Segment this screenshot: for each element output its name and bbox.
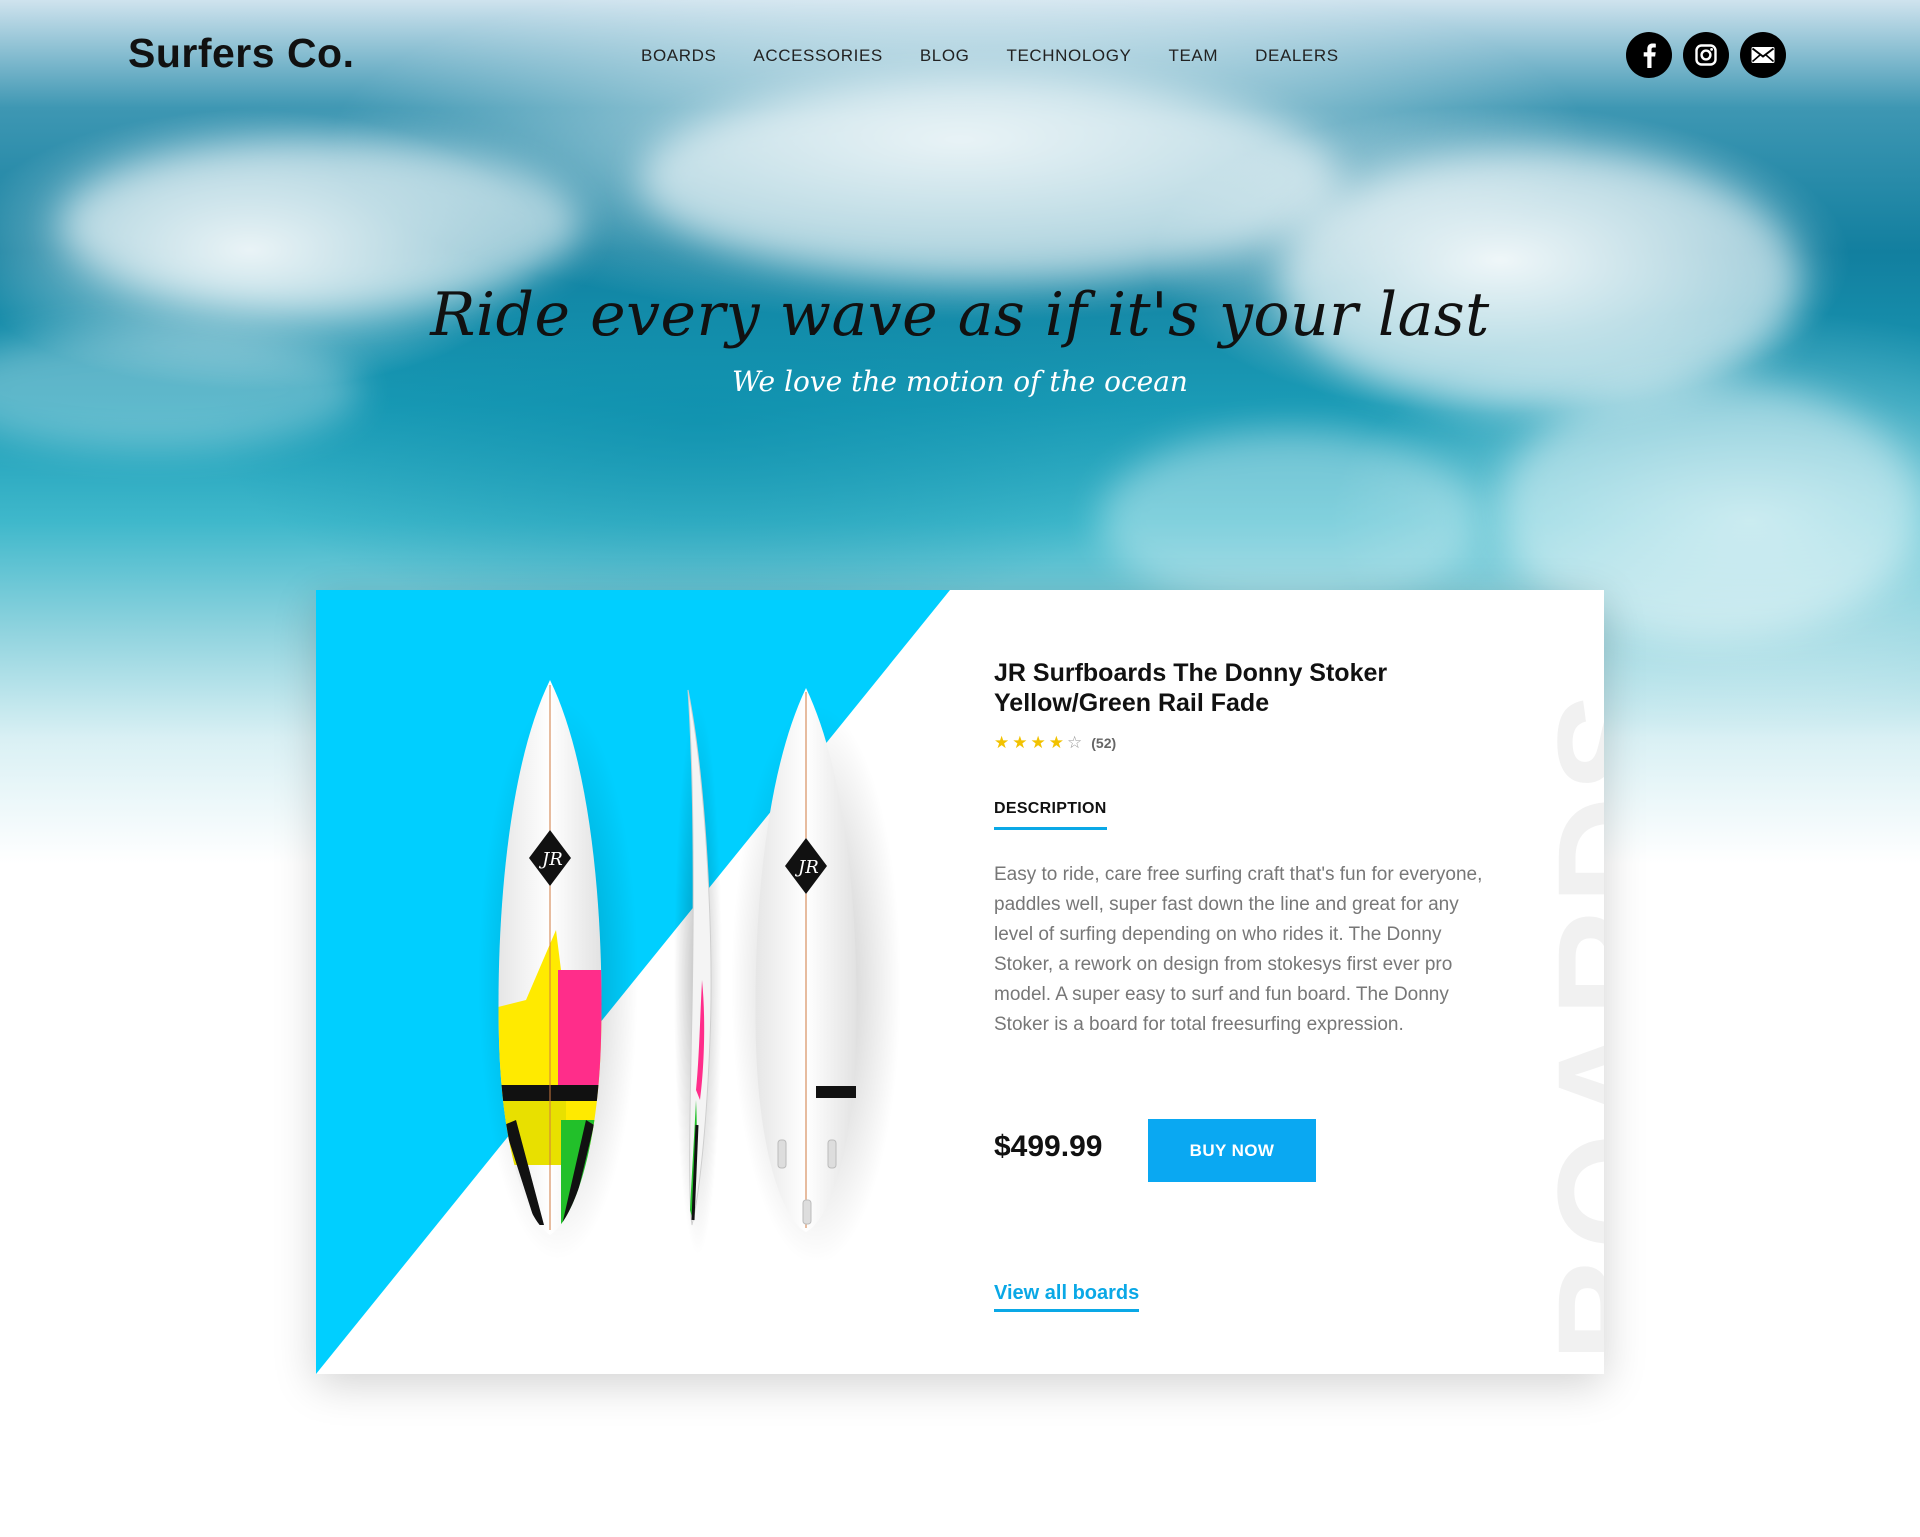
star-empty-icon: ☆ bbox=[1067, 733, 1083, 752]
brand-logo[interactable]: Surfers Co. bbox=[128, 30, 355, 77]
mail-icon[interactable] bbox=[1740, 32, 1786, 78]
nav-item-team[interactable]: TEAM bbox=[1169, 46, 1219, 66]
nav-item-blog[interactable]: BLOG bbox=[920, 46, 970, 66]
star-icon: ★ bbox=[1048, 733, 1064, 752]
nav-item-boards[interactable]: BOARDS bbox=[641, 46, 716, 66]
view-all-boards-link[interactable]: View all boards bbox=[994, 1282, 1140, 1312]
product-rating: ★ ★ ★ ★ ☆ (52) bbox=[994, 733, 1116, 753]
product-price: $499.99 bbox=[994, 1130, 1103, 1163]
svg-text:JR: JR bbox=[794, 857, 819, 878]
svg-text:JR: JR bbox=[538, 849, 563, 870]
nav-item-technology[interactable]: TECHNOLOGY bbox=[1006, 46, 1131, 66]
review-count[interactable]: (52) bbox=[1091, 735, 1116, 751]
tab-description[interactable]: DESCRIPTION bbox=[994, 800, 1107, 830]
product-title: JR Surfboards The Donny Stoker Yellow/Gr… bbox=[994, 659, 1388, 717]
product-description: Easy to ride, care free surfing craft th… bbox=[994, 864, 1483, 1035]
hero-headline: Ride every wave as if it's your last bbox=[430, 280, 1490, 350]
surfboard-image: JR JR bbox=[478, 680, 901, 1260]
social-links bbox=[1626, 32, 1786, 78]
star-icon: ★ bbox=[1030, 733, 1046, 752]
buy-now-button[interactable]: BUY NOW bbox=[1148, 1119, 1316, 1182]
facebook-icon[interactable] bbox=[1626, 32, 1672, 78]
product-card: BOARDS JR JR JR Surfboards The Donny Sto… bbox=[316, 590, 1604, 1374]
main-nav: BOARDS ACCESSORIES BLOG TECHNOLOGY TEAM … bbox=[641, 46, 1339, 66]
hero-subline: We love the motion of the ocean bbox=[732, 365, 1188, 398]
star-icon: ★ bbox=[1012, 733, 1028, 752]
star-icon: ★ bbox=[994, 733, 1010, 752]
boards-watermark: BOARDS bbox=[1526, 687, 1604, 1362]
instagram-icon[interactable] bbox=[1683, 32, 1729, 78]
nav-item-dealers[interactable]: DEALERS bbox=[1255, 46, 1339, 66]
nav-item-accessories[interactable]: ACCESSORIES bbox=[753, 46, 882, 66]
